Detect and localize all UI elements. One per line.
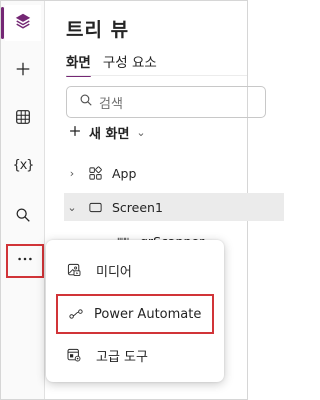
menu-item-label: 고급 도구 [96,349,148,365]
tree-item-app[interactable]: › App [64,159,264,187]
tab-components[interactable]: 구성 요소 [103,51,157,77]
search-button[interactable] [5,199,41,235]
media-icon [52,262,96,278]
tree-item-screen1[interactable]: ⌄ Screen1 [64,193,284,221]
more-button[interactable] [6,244,44,278]
app-icon [82,165,108,181]
search-icon [14,206,32,228]
plus-icon [14,60,32,82]
tab-screens[interactable]: 화면 [66,51,91,77]
menu-item-media[interactable]: 미디어 [52,252,218,288]
tree-item-label: Screen1 [112,199,163,215]
menu-item-power-automate[interactable]: Power Automate [56,294,214,334]
search-icon [79,93,93,111]
more-menu: 미디어 Power Automate 고급 도구 [46,240,224,382]
chevron-down-icon: ⌄ [136,126,146,139]
layers-icon [14,12,32,34]
data-button[interactable] [5,101,41,137]
variables-icon: {x} [12,157,35,173]
new-screen-label: 새 화면 [89,127,130,142]
insert-button[interactable] [5,53,41,89]
search-placeholder: 검색 [99,96,123,112]
left-rail: {x} [1,1,45,399]
screen-icon [82,200,108,215]
chevron-down-icon[interactable]: ⌄ [64,201,80,214]
tab-divider [66,75,247,76]
tab-strip: 화면 구성 요소 [66,51,157,77]
table-icon [14,108,32,130]
advanced-tools-icon [52,347,96,363]
ellipsis-icon [16,250,34,272]
variables-button[interactable]: {x} [5,147,41,183]
new-screen-button[interactable]: 새 화면 ⌄ [68,123,146,142]
plus-icon [68,124,82,142]
menu-item-label: Power Automate [94,306,202,322]
tree-view-button[interactable] [1,5,41,41]
panel-title: 트리 뷰 [66,19,130,41]
search-input[interactable]: 검색 [66,86,266,118]
tree-item-label: App [112,165,137,181]
menu-item-advanced-tools[interactable]: 고급 도구 [52,337,218,373]
menu-item-label: 미디어 [96,264,132,280]
power-automate-icon [58,306,94,322]
chevron-right-icon[interactable]: › [64,167,80,180]
